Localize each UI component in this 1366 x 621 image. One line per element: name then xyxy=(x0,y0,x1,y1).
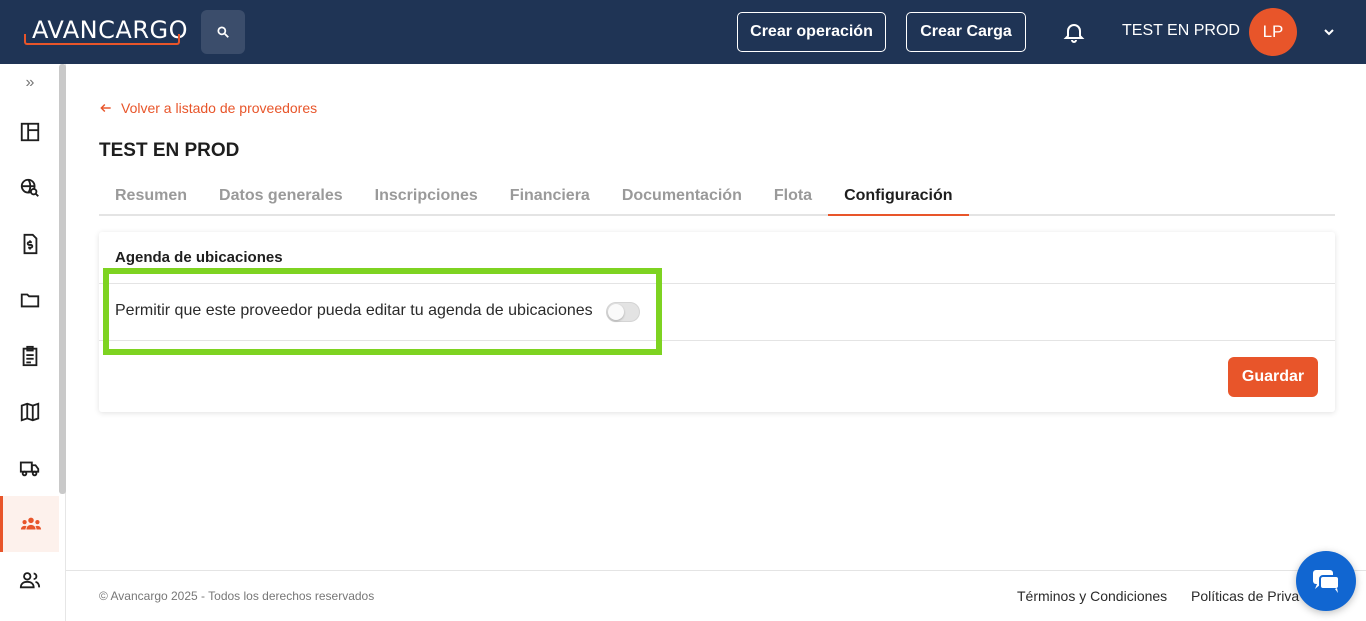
truck-icon xyxy=(19,461,39,477)
sidebar-item-tracking[interactable] xyxy=(0,160,59,216)
map-icon xyxy=(20,402,39,422)
notifications-button[interactable] xyxy=(1062,20,1086,44)
back-link-label: Volver a listado de proveedores xyxy=(121,100,318,116)
footer: © Avancargo 2025 - Todos los derechos re… xyxy=(66,570,1366,621)
user-menu-toggle[interactable] xyxy=(1320,24,1338,40)
globe-search-icon xyxy=(20,178,39,197)
top-navbar: AVANCARGO Crear operación Crear Carga TE… xyxy=(0,0,1366,64)
avancargo-logo[interactable]: AVANCARGO xyxy=(24,14,187,46)
sidebar-item-dashboard[interactable] xyxy=(0,104,59,160)
clipboard-icon xyxy=(22,345,37,367)
sidebar-item-orders[interactable] xyxy=(0,328,59,384)
expand-sidebar-button[interactable]: » xyxy=(20,74,40,94)
avatar[interactable]: LP xyxy=(1249,8,1297,56)
search-button[interactable] xyxy=(201,10,245,54)
sidebar-scrollbar[interactable] xyxy=(59,64,66,494)
sidebar-item-files[interactable] xyxy=(0,272,59,328)
page-title: TEST EN PROD xyxy=(99,140,240,161)
sidebar-item-providers[interactable] xyxy=(0,496,59,552)
chat-widget-button[interactable] xyxy=(1296,551,1356,611)
search-icon xyxy=(217,26,229,38)
users-icon xyxy=(19,572,40,589)
sidebar: » xyxy=(0,64,66,621)
tab-configuracion[interactable]: Configuración xyxy=(828,178,969,216)
chevron-down-icon xyxy=(1324,29,1334,36)
dashboard-icon xyxy=(20,122,39,142)
sidebar-item-fleet[interactable] xyxy=(0,440,59,496)
tab-bar: Resumen Datos generales Inscripciones Fi… xyxy=(99,178,1335,216)
user-name: TEST EN PROD xyxy=(1122,22,1240,39)
card-title: Agenda de ubicaciones xyxy=(115,249,283,266)
tab-datos-generales[interactable]: Datos generales xyxy=(203,178,359,214)
chat-icon xyxy=(1313,570,1340,593)
privacy-link[interactable]: Políticas de Priva xyxy=(1191,588,1299,604)
sidebar-item-billing[interactable] xyxy=(0,216,59,272)
save-button[interactable]: Guardar xyxy=(1228,357,1318,397)
bell-icon xyxy=(1063,24,1085,43)
arrow-left-icon xyxy=(100,103,111,113)
tab-resumen[interactable]: Resumen xyxy=(99,178,203,214)
group-icon xyxy=(20,517,42,530)
highlight-box xyxy=(103,268,662,355)
folder-icon xyxy=(20,293,39,308)
copyright-text: © Avancargo 2025 - Todos los derechos re… xyxy=(99,589,375,603)
logo-underline xyxy=(24,34,180,45)
create-operation-button[interactable]: Crear operación xyxy=(737,12,886,52)
sidebar-item-map[interactable] xyxy=(0,384,59,440)
tab-flota[interactable]: Flota xyxy=(758,178,828,214)
tab-documentacion[interactable]: Documentación xyxy=(606,178,758,214)
create-load-button[interactable]: Crear Carga xyxy=(906,12,1026,52)
terms-link[interactable]: Términos y Condiciones xyxy=(1017,588,1167,604)
invoice-dollar-icon xyxy=(23,233,37,255)
tab-inscripciones[interactable]: Inscripciones xyxy=(359,178,494,214)
back-link[interactable]: Volver a listado de proveedores xyxy=(99,100,317,116)
sidebar-item-users[interactable] xyxy=(0,552,59,608)
tab-financiera[interactable]: Financiera xyxy=(494,178,606,214)
